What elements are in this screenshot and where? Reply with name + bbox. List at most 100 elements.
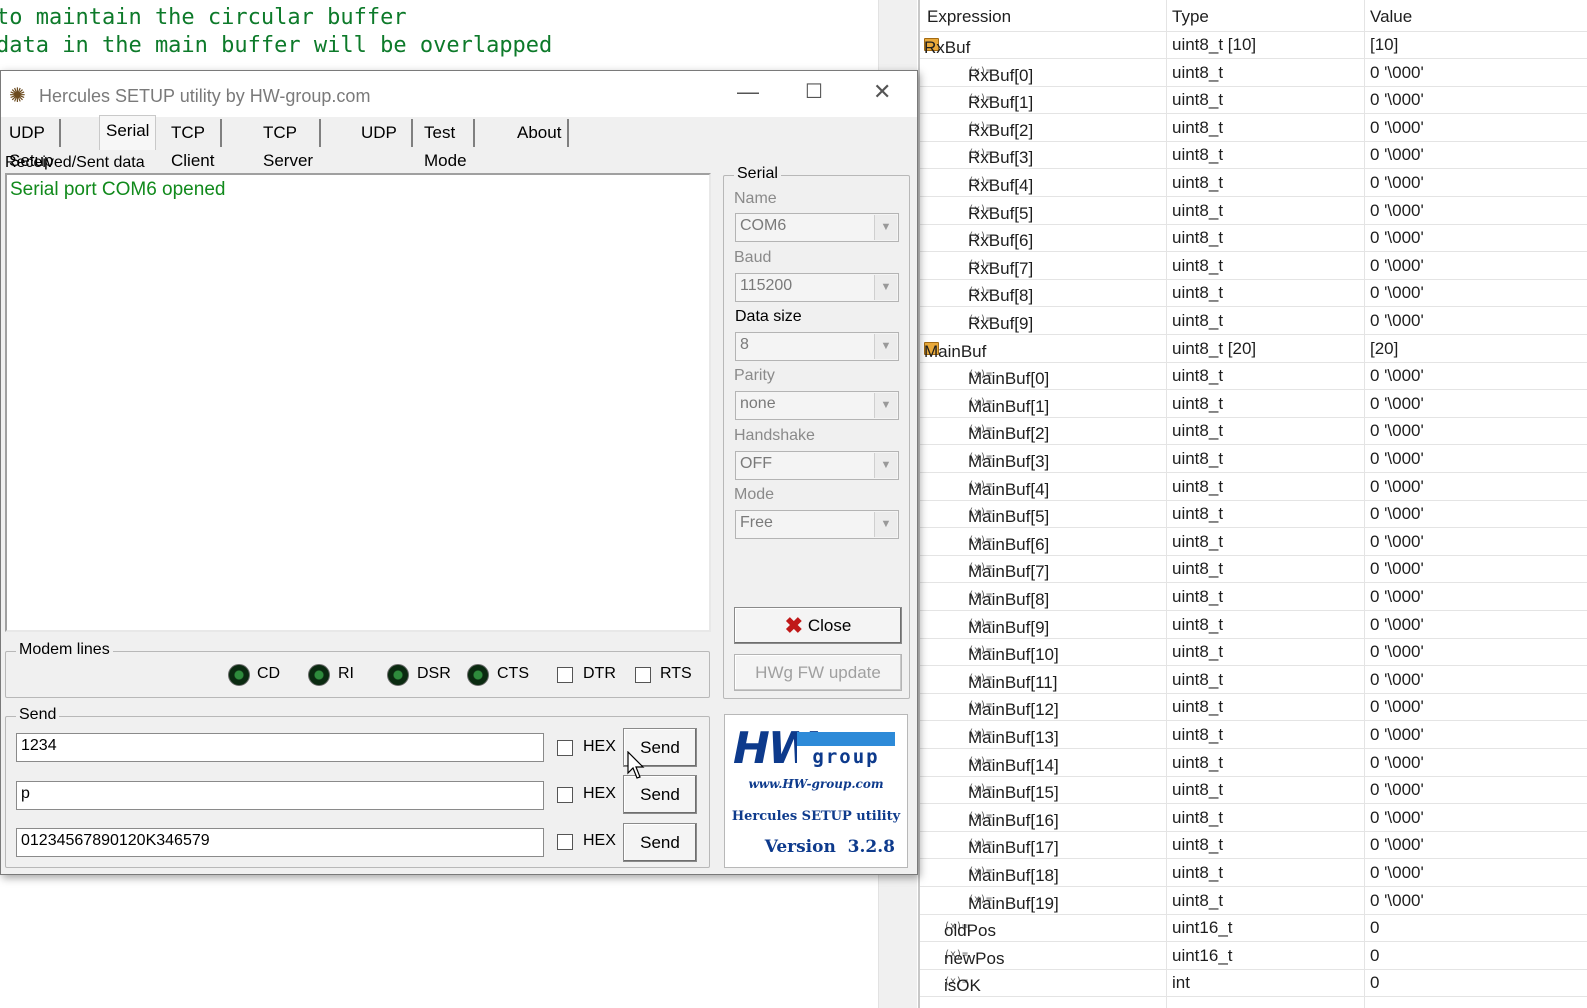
hwg-fw-update-button[interactable]: HWg FW update — [734, 654, 902, 691]
watch-type: uint8_t — [1172, 393, 1224, 413]
port-name-select[interactable]: COM6 ▼ — [735, 213, 899, 242]
watch-row[interactable]: (x)= MainBuf[8] uint8_t 0 '\000' — [920, 583, 1587, 611]
watch-value: [20] — [1370, 338, 1399, 358]
watch-row[interactable]: (x)= MainBuf[5] uint8_t 0 '\000' — [920, 500, 1587, 529]
watch-row[interactable]: (x)= RxBuf[4] uint8_t 0 '\000' — [920, 169, 1587, 197]
tab-udp[interactable]: UDP — [355, 119, 413, 147]
watch-row[interactable]: (x)= MainBuf[6] uint8_t 0 '\000' — [920, 528, 1587, 556]
watch-type: uint8_t — [1172, 559, 1224, 579]
rts-checkbox[interactable] — [635, 667, 651, 683]
watch-row[interactable]: ⌄RxBufuint8_t [10][10] — [920, 31, 1587, 59]
tab-serial[interactable]: Serial — [99, 115, 157, 150]
watch-row[interactable]: (x)= RxBuf[0] uint8_t 0 '\000' — [920, 59, 1587, 87]
watch-type: uint16_t — [1172, 945, 1233, 965]
watch-row[interactable]: (x)= MainBuf[12] uint8_t 0 '\000' — [920, 693, 1587, 722]
hex-label-3: HEX — [583, 832, 616, 849]
tab-test-mode[interactable]: Test Mode — [418, 119, 475, 170]
logo-brand-right: group — [797, 746, 895, 768]
watch-row[interactable]: (x)= MainBuf[15] uint8_t 0 '\000' — [920, 776, 1587, 805]
expression-text: MainBuf[0] — [968, 369, 1050, 389]
data-size-select[interactable]: 8 ▼ — [735, 332, 899, 361]
logo-product: Hercules SETUP utility — [731, 809, 901, 824]
watch-row[interactable]: (x)= RxBuf[8] uint8_t 0 '\000' — [920, 279, 1587, 308]
watch-row[interactable]: (x)= MainBuf[2] uint8_t 0 '\000' — [920, 417, 1587, 446]
watch-row[interactable]: (x)= RxBuf[9] uint8_t 0 '\000' — [920, 307, 1587, 335]
send-field-3[interactable] — [17, 829, 525, 853]
watch-row[interactable]: (x)= MainBuf[19] uint8_t 0 '\000' — [920, 887, 1587, 915]
close-port-button[interactable]: ✖ Close — [734, 607, 902, 644]
parity-label: Parity — [734, 367, 775, 384]
watch-row[interactable]: (x)= isOK int 0 — [920, 969, 1587, 998]
hex-label-2: HEX — [583, 785, 616, 802]
hex-checkbox-2[interactable] — [557, 787, 573, 803]
watch-row[interactable]: (x)= MainBuf[14] uint8_t 0 '\000' — [920, 749, 1587, 777]
watch-row[interactable]: (x)= MainBuf[7] uint8_t 0 '\000' — [920, 555, 1587, 584]
watch-value: 0 '\000' — [1370, 614, 1424, 634]
hex-checkbox-1[interactable] — [557, 740, 573, 756]
send-input-2[interactable] — [16, 781, 544, 810]
watch-row[interactable]: (x)= MainBuf[1] uint8_t 0 '\000' — [920, 390, 1587, 418]
watch-value: 0 '\000' — [1370, 90, 1424, 110]
handshake-select[interactable]: OFF ▼ — [735, 451, 899, 480]
minimize-icon[interactable]: — — [737, 79, 759, 105]
watch-value: 0 '\000' — [1370, 890, 1424, 910]
watch-row[interactable]: ⌄MainBufuint8_t [20][20] — [920, 335, 1587, 363]
send-field-2[interactable] — [17, 782, 525, 806]
watch-row[interactable]: (x)= newPos uint16_t 0 — [920, 942, 1587, 970]
expression-column-header[interactable]: Expression — [927, 7, 1011, 27]
watch-type: uint8_t — [1172, 807, 1224, 827]
hex-checkbox-3[interactable] — [557, 834, 573, 850]
watch-row[interactable]: (x)= MainBuf[4] uint8_t 0 '\000' — [920, 473, 1587, 501]
hex-label-1: HEX — [583, 738, 616, 755]
send-input-3[interactable] — [16, 828, 544, 857]
title-bar[interactable]: ✺ Hercules SETUP utility by HW-group.com… — [1, 71, 917, 117]
watch-value: 0 '\000' — [1370, 393, 1424, 413]
received-data-area[interactable]: Serial port COM6 opened — [5, 173, 711, 632]
watch-row[interactable]: (x)= MainBuf[9] uint8_t 0 '\000' — [920, 611, 1587, 639]
watch-type: uint8_t — [1172, 835, 1224, 855]
watch-row[interactable]: (x)= RxBuf[1] uint8_t 0 '\000' — [920, 86, 1587, 115]
watch-type: uint8_t — [1172, 890, 1224, 910]
window-title: Hercules SETUP utility by HW-group.com — [39, 86, 371, 106]
watch-row[interactable]: (x)= MainBuf[18] uint8_t 0 '\000' — [920, 859, 1587, 887]
watch-row[interactable]: (x)= RxBuf[2] uint8_t 0 '\000' — [920, 114, 1587, 142]
baud-select[interactable]: 115200 ▼ — [735, 273, 899, 302]
send-button-3[interactable]: Send — [623, 823, 697, 862]
parity-select[interactable]: none ▼ — [735, 391, 899, 420]
watch-type: uint8_t [10] — [1172, 35, 1257, 54]
chevron-down-icon: ▼ — [874, 512, 897, 537]
watch-type: uint16_t — [1172, 918, 1233, 938]
dtr-checkbox[interactable] — [557, 667, 573, 683]
watch-row[interactable]: (x)= RxBuf[5] uint8_t 0 '\000' — [920, 197, 1587, 225]
watch-value: 0 '\000' — [1370, 780, 1424, 800]
chevron-down-icon: ▼ — [874, 393, 897, 418]
watch-row[interactable]: (x)= MainBuf[17] uint8_t 0 '\000' — [920, 831, 1587, 860]
tab-tcp-client[interactable]: TCP Client — [165, 119, 223, 170]
watch-type: uint8_t — [1172, 697, 1224, 717]
type-column-header[interactable]: Type — [1172, 7, 1209, 27]
watch-row[interactable]: (x)= MainBuf[0] uint8_t 0 '\000' — [920, 362, 1587, 391]
hercules-window: ✺ Hercules SETUP utility by HW-group.com… — [0, 70, 918, 875]
cd-led-icon — [228, 664, 250, 686]
tab-about[interactable]: About — [511, 119, 570, 147]
tab-udp-setup[interactable]: UDP Setup — [3, 119, 62, 170]
watch-row[interactable]: (x)= oldPos uint16_t 0 — [920, 914, 1587, 943]
hw-group-logo[interactable]: HW group www.HW-group.com Hercules SETUP… — [724, 714, 908, 868]
send-input-1[interactable] — [16, 733, 544, 762]
close-icon[interactable]: ✕ — [873, 79, 891, 105]
watch-type: uint8_t — [1172, 863, 1224, 882]
mode-select[interactable]: Free ▼ — [735, 510, 899, 539]
watch-row[interactable]: (x)= MainBuf[16] uint8_t 0 '\000' — [920, 804, 1587, 832]
watch-row[interactable]: (x)= RxBuf[3] uint8_t 0 '\000' — [920, 141, 1587, 170]
maximize-icon[interactable]: ☐ — [805, 79, 823, 104]
cd-label: CD — [257, 665, 281, 682]
send-field-1[interactable] — [17, 734, 525, 758]
watch-row[interactable]: (x)= MainBuf[10] uint8_t 0 '\000' — [920, 638, 1587, 667]
watch-row[interactable]: (x)= RxBuf[7] uint8_t 0 '\000' — [920, 252, 1587, 280]
value-column-header[interactable]: Value — [1370, 7, 1412, 27]
watch-row[interactable]: (x)= MainBuf[11] uint8_t 0 '\000' — [920, 666, 1587, 694]
watch-row[interactable]: (x)= MainBuf[3] uint8_t 0 '\000' — [920, 445, 1587, 473]
watch-row[interactable]: (x)= RxBuf[6] uint8_t 0 '\000' — [920, 224, 1587, 253]
tab-tcp-server[interactable]: TCP Server — [257, 119, 322, 170]
watch-row[interactable]: (x)= MainBuf[13] uint8_t 0 '\000' — [920, 721, 1587, 749]
